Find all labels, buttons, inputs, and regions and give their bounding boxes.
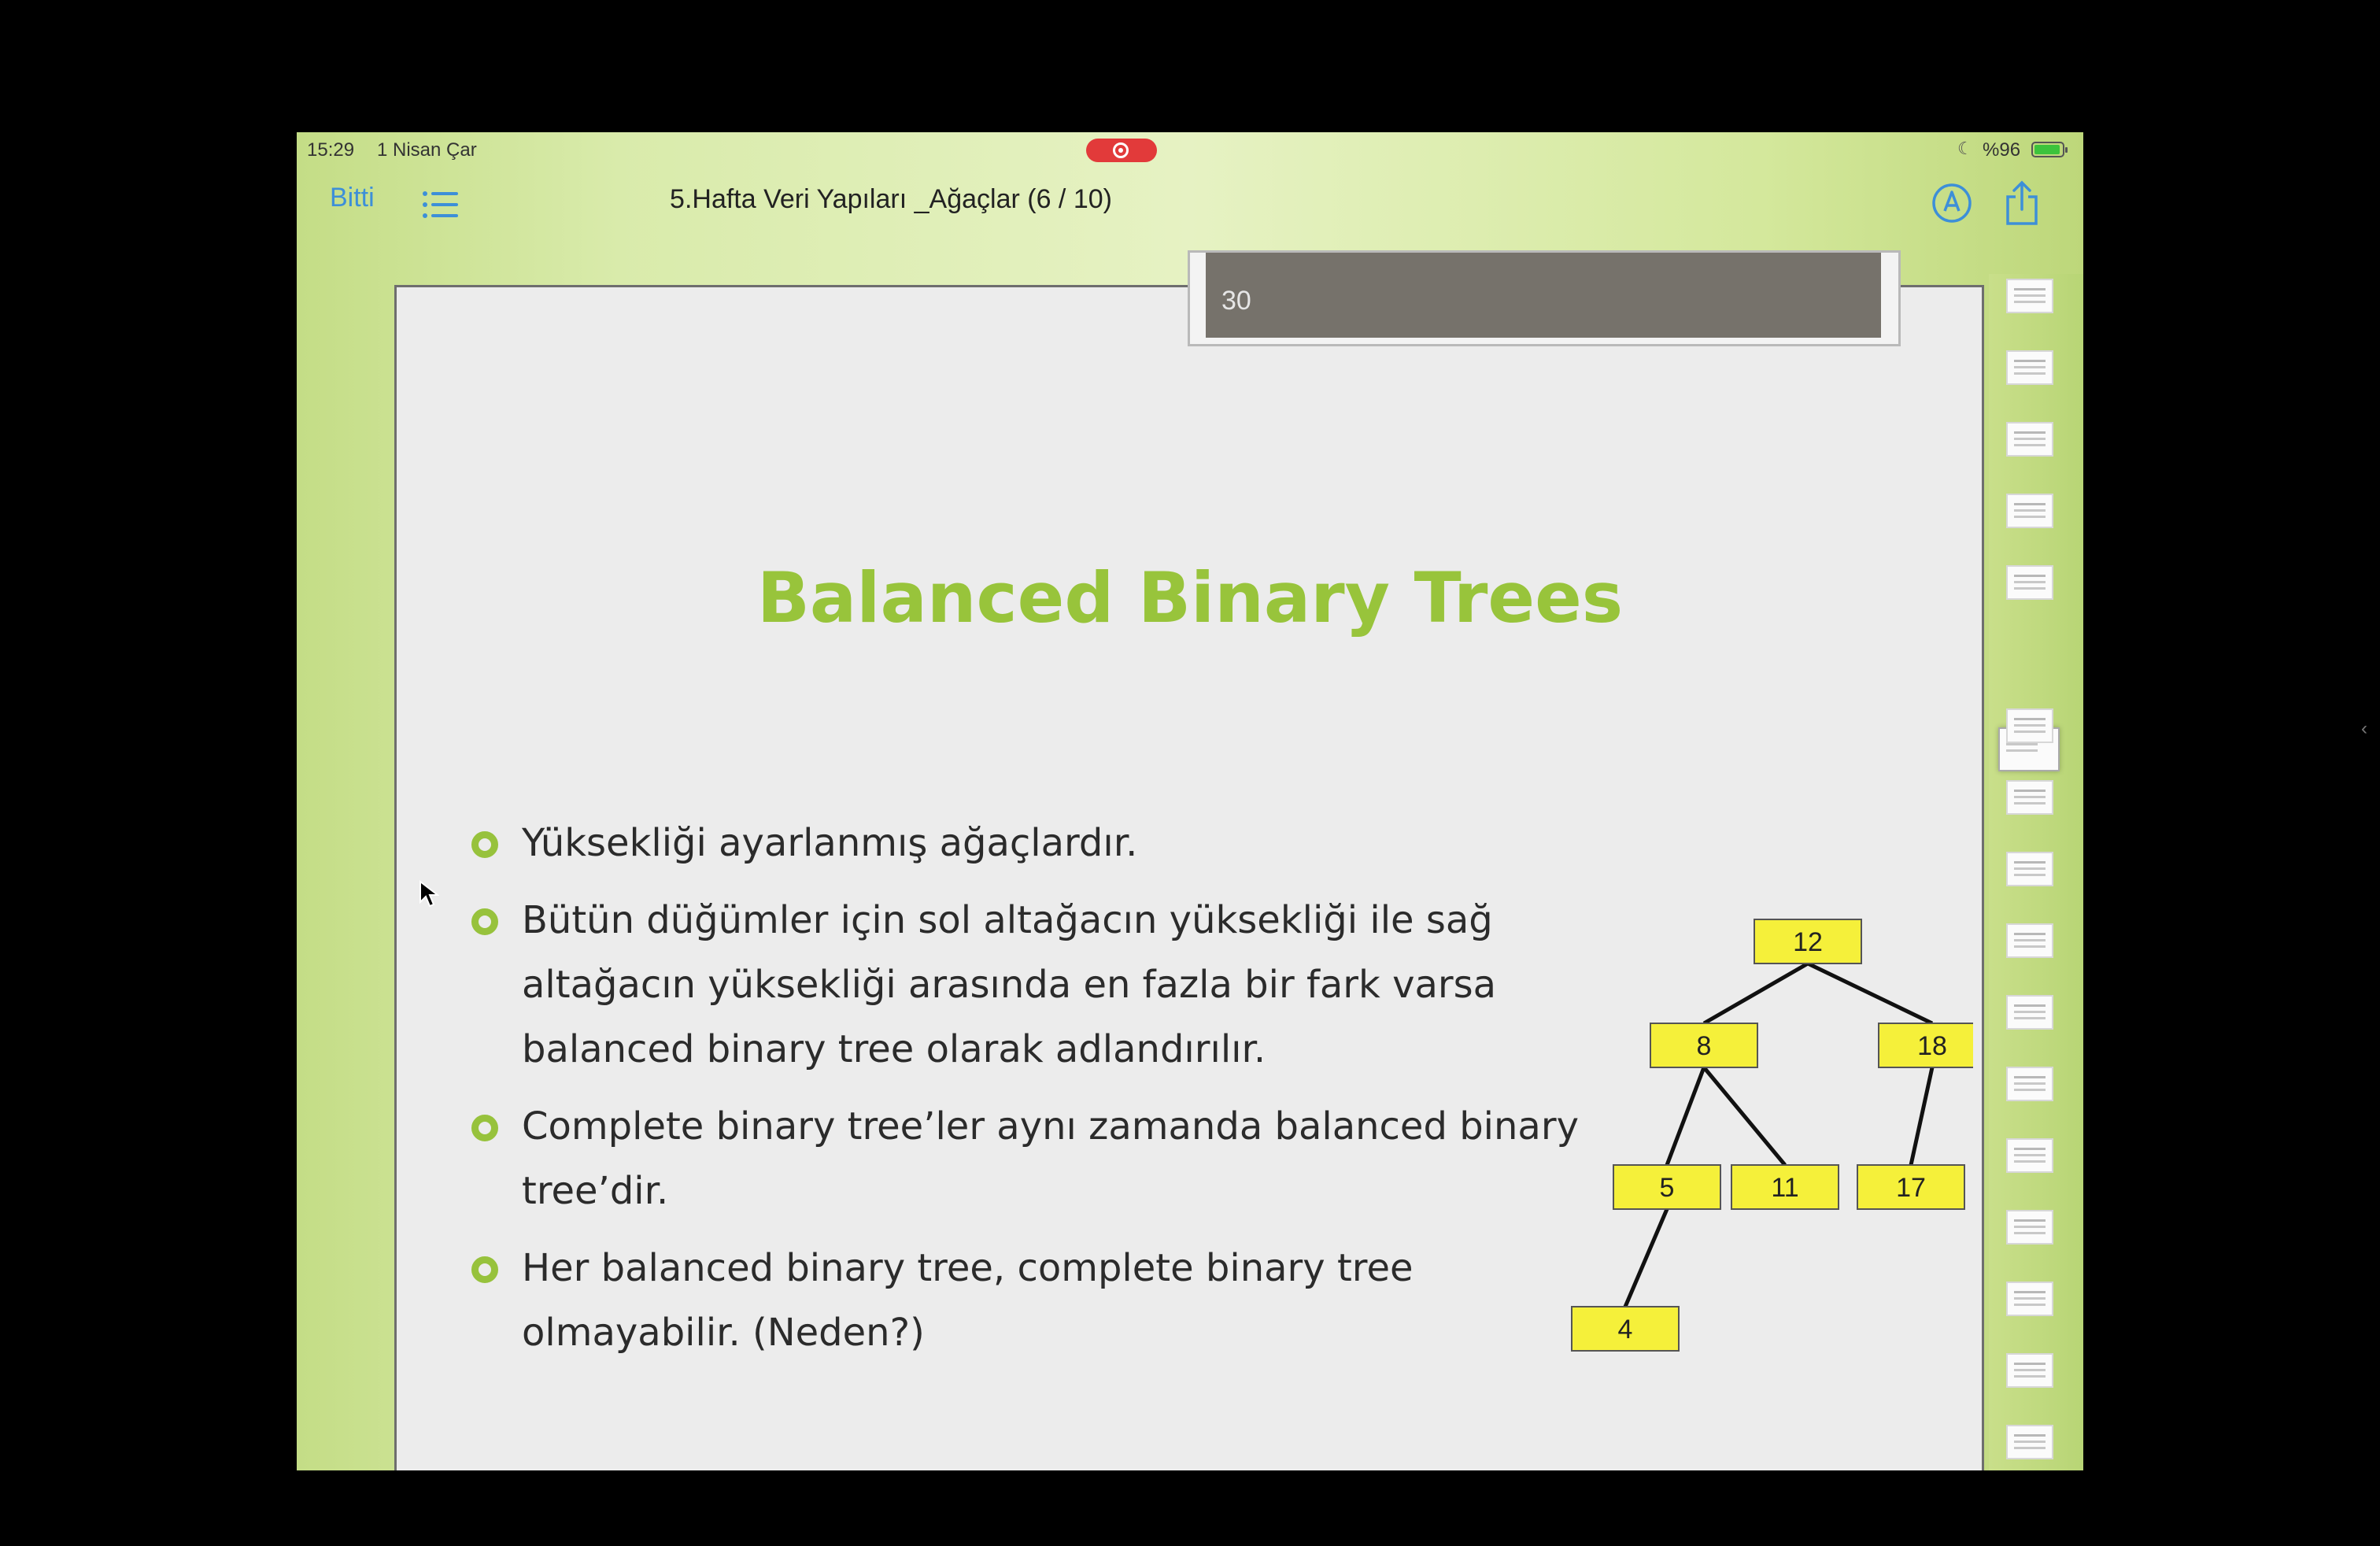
bullet-icon <box>471 1115 498 1141</box>
cursor-icon <box>419 880 439 908</box>
slide-thumbnail[interactable] <box>2006 565 2053 600</box>
tree-node: 11 <box>1731 1164 1839 1210</box>
tree-node: 8 <box>1650 1023 1758 1068</box>
slide-thumbnail[interactable] <box>2006 923 2053 958</box>
status-bar: 15:29 1 Nisan Çar ☾ %96 <box>297 132 2083 165</box>
slide-thumbnail[interactable] <box>2006 852 2053 886</box>
tree-edge <box>1702 1066 1787 1167</box>
slide-number-panel: 30 <box>1188 250 1901 346</box>
list-item: Bütün düğümler için sol altağacın yüksek… <box>471 888 1608 1082</box>
tree-node: 4 <box>1571 1306 1680 1352</box>
status-time: 15:29 <box>307 139 355 161</box>
tree-node-label: 5 <box>1660 1173 1675 1203</box>
tree-node-label: 4 <box>1618 1315 1633 1344</box>
slide-thumbnail[interactable] <box>2006 350 2053 385</box>
slide-thumbnail[interactable] <box>2006 279 2053 313</box>
status-date: 1 Nisan Çar <box>377 139 477 161</box>
tree-node-label: 17 <box>1896 1173 1926 1203</box>
slide-thumbnail[interactable] <box>2006 780 2053 815</box>
bullet-icon <box>471 1256 498 1283</box>
slide-thumbnail[interactable] <box>2006 708 2053 743</box>
tree-diagram: 12 8 18 5 11 17 4 <box>1571 919 1973 1352</box>
tree-node: 5 <box>1613 1164 1721 1210</box>
slide-thumbnail[interactable] <box>2006 1353 2053 1388</box>
tree-edge <box>1665 1067 1706 1166</box>
slide-number: 30 <box>1221 286 1251 316</box>
slide-thumbnail-sidebar[interactable] <box>1989 274 2083 1470</box>
tree-node-label: 18 <box>1917 1031 1947 1061</box>
slide-thumbnail[interactable] <box>2006 494 2053 528</box>
tree-edge <box>1806 961 1934 1026</box>
bullet-text: Her balanced binary tree, complete binar… <box>522 1246 1414 1355</box>
tree-node-label: 11 <box>1771 1173 1798 1203</box>
tree-edge <box>1702 961 1809 1026</box>
markup-icon[interactable] <box>1930 181 1974 225</box>
ipad-screen: 15:29 1 Nisan Çar ☾ %96 Bitti 5.Hafta Ve… <box>297 132 2083 1470</box>
slide-thumbnail[interactable] <box>2006 995 2053 1030</box>
chevron-left-icon[interactable]: ‹ <box>2361 718 2367 740</box>
slide-thumbnail[interactable] <box>2006 1067 2053 1101</box>
record-icon[interactable] <box>1086 139 1157 162</box>
list-item: Her balanced binary tree, complete binar… <box>471 1236 1592 1365</box>
tree-node: 17 <box>1857 1164 1965 1210</box>
share-icon[interactable] <box>2002 179 2042 227</box>
tree-node: 18 <box>1878 1023 1973 1068</box>
bullet-text: Bütün düğümler için sol altağacın yüksek… <box>522 898 1497 1071</box>
navigation-bar: Bitti 5.Hafta Veri Yapıları _Ağaçlar (6 … <box>297 165 2083 250</box>
slide-thumbnail[interactable] <box>2006 422 2053 457</box>
bullet-icon <box>471 831 498 858</box>
tree-node-label: 8 <box>1697 1031 1712 1061</box>
slide-thumbnail[interactable] <box>2006 1282 2053 1316</box>
battery-icon <box>2031 142 2068 157</box>
list-item: Yüksekliği ayarlanmış ağaçlardır. <box>471 811 1592 875</box>
slide-thumbnail[interactable] <box>2006 1138 2053 1173</box>
slide-thumbnail[interactable] <box>2006 1210 2053 1245</box>
bullet-icon <box>471 908 498 935</box>
moon-icon: ☾ <box>1957 139 1973 158</box>
tree-node-label: 12 <box>1793 927 1823 957</box>
list-item: Complete binary tree’ler aynı zamanda ba… <box>471 1094 1592 1223</box>
slide-title: Balanced Binary Trees <box>756 557 1624 638</box>
bullet-text: Yüksekliği ayarlanmış ağaçlardır. <box>522 821 1138 865</box>
slide-thumbnail[interactable] <box>2006 1425 2053 1459</box>
tree-edge <box>1623 1208 1669 1307</box>
tree-node: 12 <box>1754 919 1862 964</box>
bullet-text: Complete binary tree’ler aynı zamanda ba… <box>522 1104 1579 1213</box>
battery-percentage: %96 <box>1983 139 2021 161</box>
document-title: 5.Hafta Veri Yapıları _Ağaçlar (6 / 10) <box>670 184 1112 214</box>
tree-edge <box>1909 1067 1935 1166</box>
